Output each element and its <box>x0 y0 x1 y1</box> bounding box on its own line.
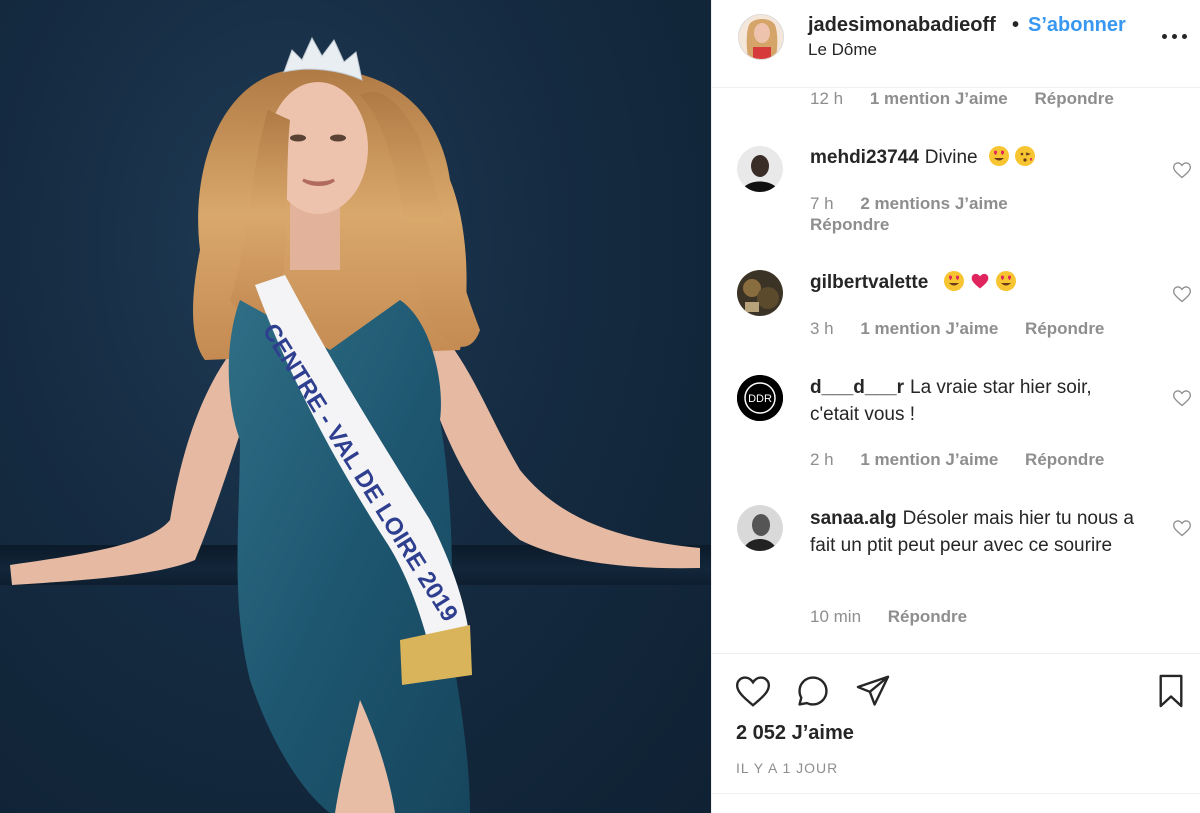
comment-username[interactable]: mehdi23744 <box>810 147 919 168</box>
comment-body: Divine <box>924 147 978 168</box>
red-heart-emoji <box>970 271 990 291</box>
post-location[interactable]: Le Dôme <box>808 40 877 60</box>
follow-button[interactable]: S’abonner <box>1028 14 1126 37</box>
comment-meta: 3 h 1 mention J’aime Répondre <box>810 319 1126 339</box>
commenter-avatar-image <box>737 270 783 316</box>
commenter-avatar-image <box>737 505 783 551</box>
like-comment-heart-icon[interactable] <box>1172 388 1192 408</box>
comment-time: 7 h <box>810 194 834 213</box>
comment-meta: 2 h 1 mention J’aime Répondre <box>810 450 1126 470</box>
comments-list[interactable]: 12 h 1 mention J’aime Répondre mehdi2374… <box>712 89 1200 653</box>
commenter-avatar[interactable] <box>737 505 783 551</box>
author-username[interactable]: jadesimonabadieoff <box>808 14 996 37</box>
comment-time: 2 h <box>810 450 834 469</box>
comment-meta-previous: 12 h 1 mention J’aime Répondre <box>810 89 1136 109</box>
reply-button[interactable]: Répondre <box>1025 450 1104 469</box>
comment-likes[interactable]: 2 mentions J’aime <box>860 194 1007 213</box>
reply-button[interactable]: Répondre <box>810 215 889 234</box>
divider <box>712 793 1200 794</box>
commenter-avatar[interactable]: DDR <box>737 375 783 421</box>
reply-button[interactable]: Répondre <box>1035 89 1114 108</box>
post-timestamp[interactable]: IL Y A 1 JOUR <box>736 760 838 776</box>
photo-illustration: CENTRE - VAL DE LOIRE 2019 <box>10 36 700 813</box>
author-avatar-image <box>739 15 783 59</box>
header-separator-dot: • <box>1012 14 1020 36</box>
more-options-icon[interactable] <box>1160 24 1190 48</box>
comment-likes[interactable]: 1 mention J’aime <box>860 319 998 338</box>
heart-eyes-emoji <box>995 271 1016 291</box>
post-actions: 2 052 J’aime IL Y A 1 JOUR <box>712 653 1200 813</box>
comment-meta: 10 min Répondre <box>810 607 989 627</box>
like-comment-heart-icon[interactable] <box>1172 284 1192 304</box>
comment-time: 3 h <box>810 319 834 338</box>
reply-button[interactable]: Répondre <box>888 607 967 626</box>
likes-count[interactable]: 2 052 J’aime <box>736 722 854 745</box>
kiss-emoji <box>1014 146 1035 166</box>
post-sidebar: jadesimonabadieoff • S’abonner Le Dôme 1… <box>711 0 1200 813</box>
comment-meta: 7 h 2 mentions J’aime <box>810 194 1030 214</box>
author-avatar[interactable] <box>738 14 784 60</box>
comment-likes[interactable]: 1 mention J’aime <box>860 450 998 469</box>
svg-text:DDR: DDR <box>748 393 772 405</box>
comment-time: 12 h <box>810 89 844 108</box>
save-bookmark-icon[interactable] <box>1152 672 1190 710</box>
commenter-avatar-image <box>737 146 783 192</box>
ddr-logo-icon: DDR <box>737 375 783 421</box>
comment-username[interactable]: gilbertvalette <box>810 272 928 293</box>
comment-text: mehdi23744 Divine <box>810 144 1140 171</box>
post-header: jadesimonabadieoff • S’abonner Le Dôme <box>712 0 1200 88</box>
like-heart-icon[interactable] <box>734 672 772 710</box>
comment-likes[interactable]: 1 mention J’aime <box>870 89 1008 108</box>
comment-text: gilbertvalette <box>810 269 1140 296</box>
reply-button[interactable]: Répondre <box>1025 319 1104 338</box>
comment-username[interactable]: d___d___r <box>810 377 904 398</box>
like-comment-heart-icon[interactable] <box>1172 160 1192 180</box>
share-paper-plane-icon[interactable] <box>854 672 892 710</box>
heart-eyes-emoji <box>988 146 1009 166</box>
like-comment-heart-icon[interactable] <box>1172 518 1192 538</box>
comment-meta-reply: Répondre <box>810 215 911 235</box>
comment-bubble-icon[interactable] <box>794 672 832 710</box>
comment-text: sanaa.alg Désoler mais hier tu nous a fai… <box>810 505 1140 559</box>
comment-text: d___d___r La vraie star hier soir, c'etai… <box>810 374 1140 428</box>
post-photo[interactable]: CENTRE - VAL DE LOIRE 2019 <box>0 0 711 813</box>
commenter-avatar[interactable] <box>737 270 783 316</box>
comment-username[interactable]: sanaa.alg <box>810 508 897 529</box>
commenter-avatar[interactable] <box>737 146 783 192</box>
heart-eyes-emoji <box>943 271 964 291</box>
comment-time: 10 min <box>810 607 862 626</box>
